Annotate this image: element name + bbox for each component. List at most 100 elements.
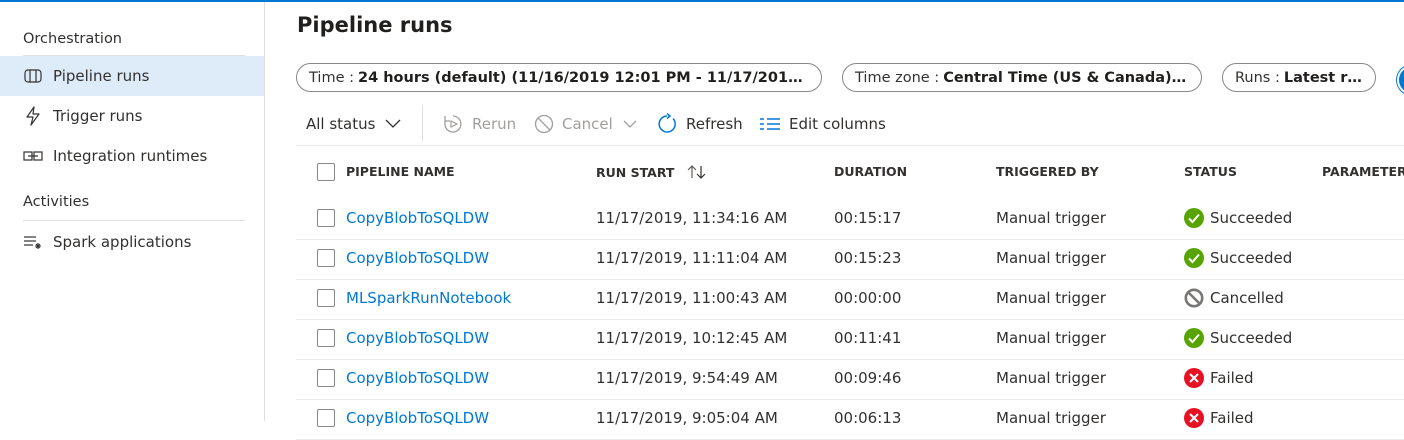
table-row[interactable]: CopyBlobToSQLDW 11/17/2019, 11:34:16 AM 00… [296,199,1404,240]
filter-value: Central Time (US & Canada) (U... [943,69,1189,86]
run-start-cell: 11/17/2019, 11:00:43 AM [596,289,788,307]
sidebar-item-label: Spark applications [53,233,192,251]
lightning-icon [23,106,43,126]
duration-cell: 00:00:00 [834,289,902,307]
column-header-pipeline-name[interactable]: PIPELINE NAME [346,164,455,179]
triggered-by-cell: Manual trigger [996,329,1106,347]
triggered-by-cell: Manual trigger [996,289,1106,307]
column-header-status[interactable]: STATUS [1184,164,1237,179]
select-all-checkbox[interactable] [317,163,335,181]
row-checkbox[interactable] [317,289,335,307]
edit-columns-button[interactable]: Edit columns [759,103,886,145]
section-divider [23,220,245,221]
success-check-icon [1184,328,1204,348]
column-header-triggered-by[interactable]: TRIGGERED BY [996,164,1099,179]
rerun-icon [444,115,462,133]
spark-list-icon [23,232,43,252]
sidebar-item-label: Integration runtimes [53,147,208,165]
failed-x-icon [1184,368,1204,388]
rerun-label: Rerun [472,115,517,133]
pipeline-name-link[interactable]: CopyBlobToSQLDW [346,249,489,267]
row-checkbox[interactable] [317,409,335,427]
timezone-filter-pill[interactable]: Time zone : Central Time (US & Canada) (… [842,63,1202,92]
sidebar-item-label: Trigger runs [53,107,143,125]
chevron-down-icon [623,120,645,129]
success-check-icon [1184,248,1204,268]
run-start-cell: 11/17/2019, 9:54:49 AM [596,369,778,387]
status-cell: Cancelled [1210,289,1284,307]
cancel-button[interactable]: Cancel [534,103,645,145]
rerun-button[interactable]: Rerun [442,103,516,145]
filter-key: Time : [309,69,354,86]
failed-x-icon [1184,408,1204,428]
section-title-activities: Activities [23,194,90,210]
table-row[interactable]: CopyBlobToSQLDW 11/17/2019, 9:05:04 AM 00:… [296,399,1404,440]
edit-columns-icon [760,118,780,130]
column-header-run-start[interactable]: RUN START [596,164,707,183]
triggered-by-cell: Manual trigger [996,209,1106,227]
command-bar: All status Rerun Cancel Refresh Edit col… [296,103,1404,146]
pipeline-name-link[interactable]: CopyBlobToSQLDW [346,329,489,347]
duration-cell: 00:06:13 [834,409,902,427]
cancel-label: Cancel [562,115,613,133]
triggered-by-cell: Manual trigger [996,409,1106,427]
run-start-cell: 11/17/2019, 9:05:04 AM [596,409,778,427]
cancel-icon [534,114,554,134]
cancelled-icon [1184,288,1204,308]
section-title-orchestration: Orchestration [23,31,123,47]
pipeline-name-link[interactable]: CopyBlobToSQLDW [346,369,489,387]
table-row[interactable]: CopyBlobToSQLDW 11/17/2019, 11:11:04 AM 00… [296,239,1404,280]
status-cell: Succeeded [1210,329,1293,347]
status-cell: Failed [1210,369,1254,387]
triggered-by-cell: Manual trigger [996,249,1106,267]
sidebar-item-label: Pipeline runs [53,67,150,85]
filter-toggle-button[interactable] [1397,65,1404,95]
column-header-duration[interactable]: DURATION [834,164,907,179]
filter-value: Latest runs [1283,69,1363,86]
status-filter-dropdown[interactable]: All status [306,103,409,145]
status-cell: Succeeded [1210,209,1293,227]
pipeline-name-link[interactable]: CopyBlobToSQLDW [346,209,489,227]
table-row[interactable]: MLSparkRunNotebook 11/17/2019, 11:00:43 A… [296,279,1404,320]
row-checkbox[interactable] [317,209,335,227]
sidebar-item-spark-applications[interactable]: Spark applications [0,222,264,262]
refresh-label: Refresh [686,115,743,133]
status-cell: Succeeded [1210,249,1293,267]
sidebar-item-trigger-runs[interactable]: Trigger runs [0,96,264,136]
pipeline-icon [23,66,43,86]
chevron-down-icon [385,119,409,129]
integration-runtime-icon [23,146,43,166]
edit-columns-label: Edit columns [789,115,886,133]
row-checkbox[interactable] [317,329,335,347]
pipeline-name-link[interactable]: MLSparkRunNotebook [346,289,511,307]
table-row[interactable]: CopyBlobToSQLDW 11/17/2019, 9:54:49 AM 00:… [296,359,1404,400]
run-start-cell: 11/17/2019, 11:34:16 AM [596,209,788,227]
filter-value: 24 hours (default) (11/16/2019 12:01 PM … [357,69,809,86]
refresh-icon [658,113,676,133]
row-checkbox[interactable] [317,369,335,387]
status-cell: Failed [1210,409,1254,427]
duration-cell: 00:09:46 [834,369,902,387]
status-filter-label: All status [306,115,376,133]
time-filter-pill[interactable]: Time : 24 hours (default) (11/16/2019 12… [296,63,822,92]
success-check-icon [1184,208,1204,228]
pipeline-name-link[interactable]: CopyBlobToSQLDW [346,409,489,427]
filter-key: Time zone : [855,69,940,86]
run-start-cell: 11/17/2019, 10:12:45 AM [596,329,788,347]
filter-key: Runs : [1235,69,1280,86]
refresh-button[interactable]: Refresh [656,103,743,145]
triggered-by-cell: Manual trigger [996,369,1106,387]
sidebar-item-pipeline-runs[interactable]: Pipeline runs [0,56,264,96]
table-row[interactable]: CopyBlobToSQLDW 11/17/2019, 10:12:45 AM 00… [296,319,1404,360]
run-start-cell: 11/17/2019, 11:11:04 AM [596,249,788,267]
sort-icon [687,164,707,183]
column-header-label: RUN START [596,165,675,180]
duration-cell: 00:15:23 [834,249,902,267]
toolbar-divider [422,105,423,141]
runs-filter-pill[interactable]: Runs : Latest runs [1222,63,1376,92]
column-header-parameters[interactable]: PARAMETERS [1322,164,1404,179]
sidebar: Orchestration Pipeline runs Trigger runs… [0,2,265,421]
sidebar-item-integration-runtimes[interactable]: Integration runtimes [0,136,264,176]
row-checkbox[interactable] [317,249,335,267]
duration-cell: 00:15:17 [834,209,902,227]
